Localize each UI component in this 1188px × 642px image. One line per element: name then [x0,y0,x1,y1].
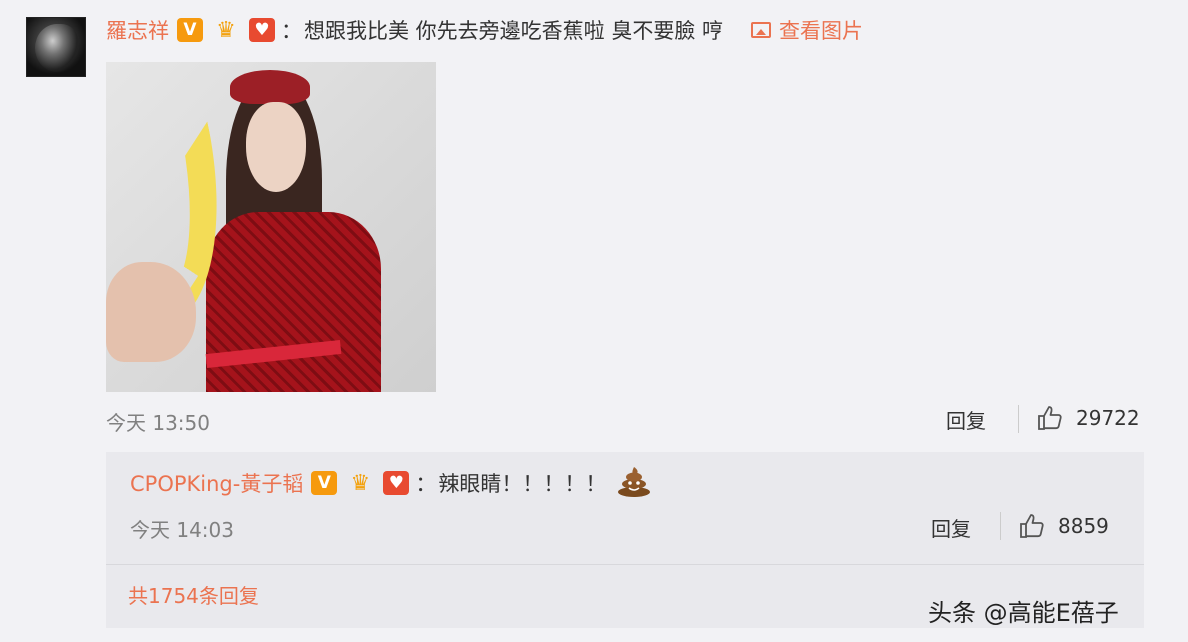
divider [106,564,1144,565]
sub-reply-header: CPOPKing-黃子韬 V ♛ ♥ ： 辣眼睛！！！！！ [130,466,652,500]
picture-icon [751,22,772,38]
photo-hand [106,262,196,362]
red-heart-badge-icon[interactable]: ♥ [249,18,275,42]
view-picture-link[interactable]: 查看图片 [751,15,863,45]
sub-reply-username-link[interactable]: CPOPKing-黃子韬 [130,468,303,498]
poop-icon [616,464,652,503]
thumbs-up-icon [1020,514,1044,538]
avatar[interactable] [26,17,86,77]
red-heart-badge-icon[interactable]: ♥ [383,471,410,495]
more-replies-link[interactable]: 共1754条回复 [128,580,259,609]
crown-member-icon[interactable]: ♛ [211,18,241,43]
action-divider [1000,512,1001,540]
lion-avatar-image [35,24,79,72]
v-verified-icon[interactable]: V [177,18,203,42]
v-verified-icon[interactable]: V [311,471,338,495]
sub-reply-timestamp: 今天 14:03 [130,518,234,542]
colon: ： [281,19,302,43]
colon: ： [415,472,437,496]
username-link[interactable]: 羅志祥 [106,15,169,45]
like-button[interactable]: 29722 [1036,404,1140,432]
comment-header: 羅志祥 V ♛ ♥ ： 想跟我比美 你先去旁邊吃香蕉啦 臭不要臉 哼 查看图片 [106,14,863,46]
like-count: 29722 [1076,406,1140,430]
comment-text: 想跟我比美 你先去旁邊吃香蕉啦 臭不要臉 哼 [304,19,724,43]
sub-reply-text: 辣眼睛！！！！！ [438,472,607,496]
crown-member-icon[interactable]: ♛ [345,471,375,496]
sub-reply-button[interactable]: 回复 [931,513,971,542]
reply-button[interactable]: 回复 [946,405,986,434]
photo-face [246,102,306,192]
watermark: 头条 @高能E蓓子 [928,599,1119,627]
comment-timestamp: 今天 13:50 [106,411,210,435]
action-divider [1018,405,1019,433]
view-picture-label: 查看图片 [779,19,864,43]
sub-reply-like-button[interactable]: 8859 [1018,512,1109,540]
comment-photo[interactable] [106,62,436,392]
sub-reply-like-count: 8859 [1058,514,1109,538]
photo-headband [230,70,310,104]
weibo-comment: 羅志祥 V ♛ ♥ ： 想跟我比美 你先去旁邊吃香蕉啦 臭不要臉 哼 查看图片 … [0,0,1188,642]
thumbs-up-icon [1038,406,1062,430]
